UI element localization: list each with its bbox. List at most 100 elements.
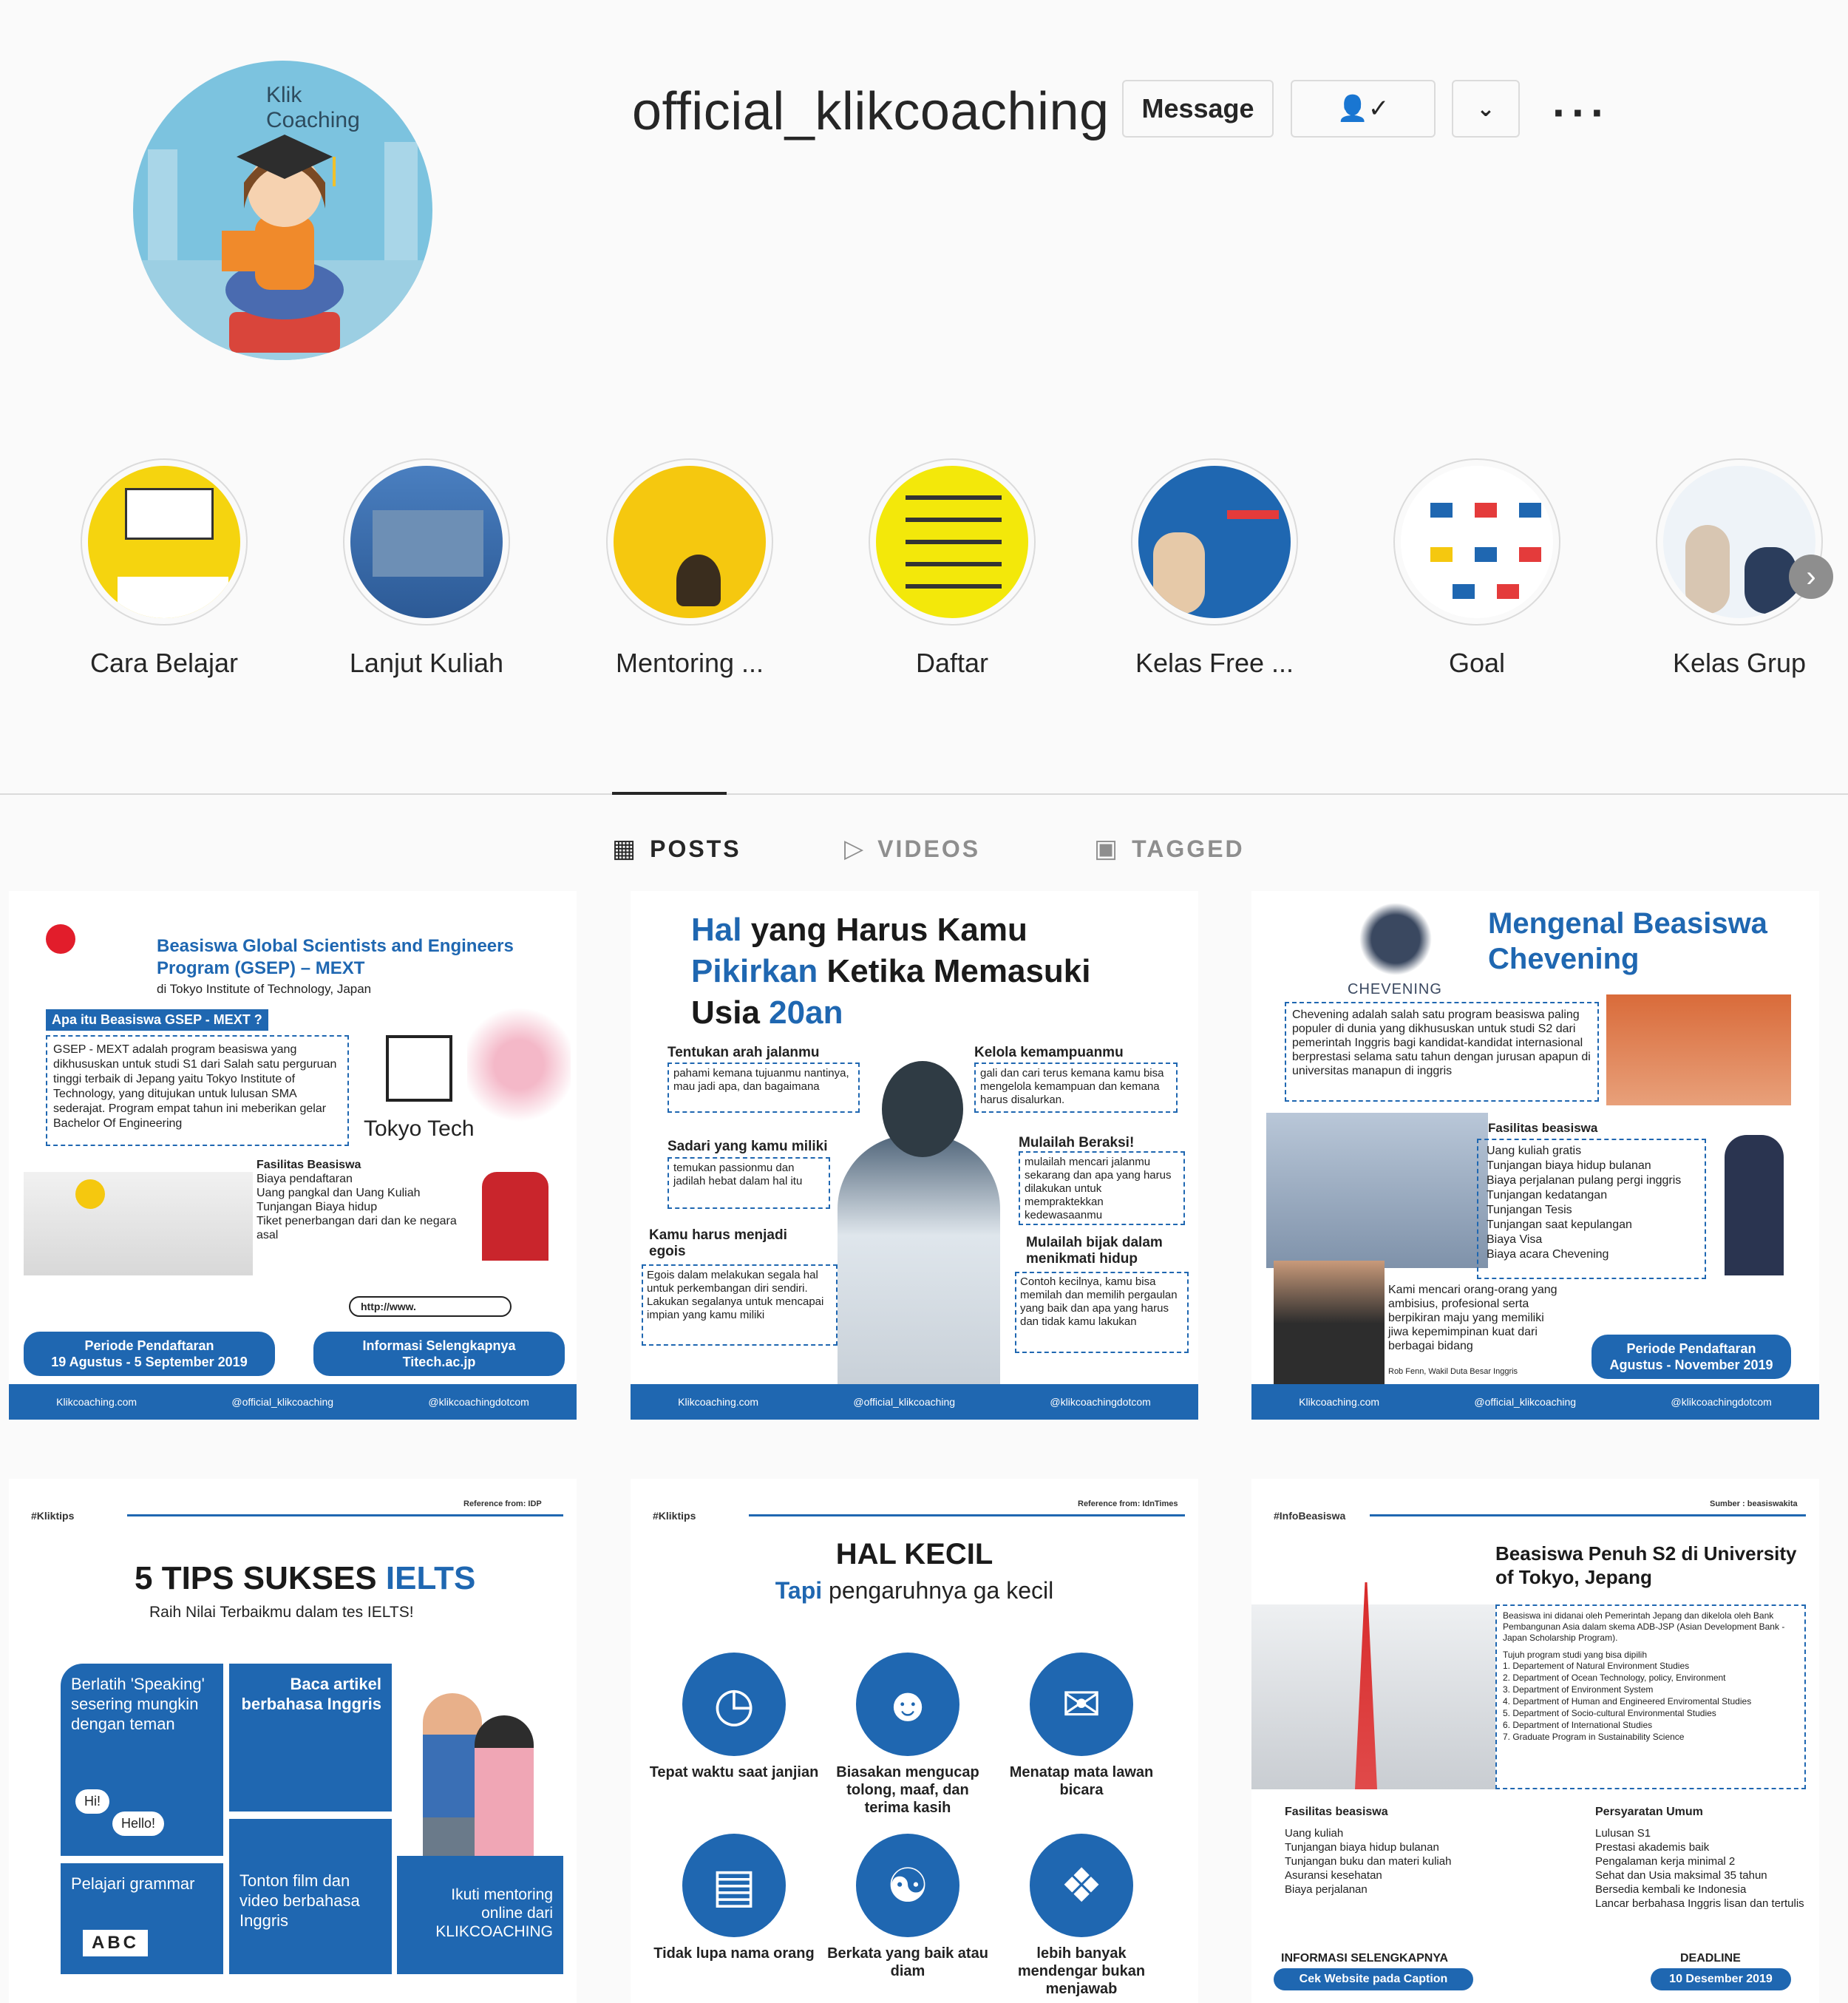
highlight-cara-belajar[interactable]: Cara Belajar [79,458,249,679]
post-body: Beasiswa ini didanai oleh Pemerintah Jep… [1503,1610,1785,1643]
chevron-down-icon: ⌄ [1476,96,1495,121]
post-subtitle: Raih Nilai Terbaikmu dalam tes IELTS! [149,1604,414,1621]
highlight-label: Kelas Free ... [1135,648,1294,678]
sakura-decoration [467,1002,571,1128]
chevening-crest-icon [1351,898,1440,980]
tab-posts[interactable]: ▦ POSTS [612,834,741,864]
building-illustration [1606,994,1791,1105]
abc-card: ABC [83,1930,148,1956]
chat-icon: ✉ [1030,1653,1133,1756]
highlight-lanjut-kuliah[interactable]: Lanjut Kuliah [342,458,512,679]
post-body: Chevening adalah salah satu program beas… [1292,1009,1591,1077]
active-tab-indicator [612,792,727,795]
tip-reading: Baca artikel berbahasa Inggris [229,1664,392,1811]
tip-mentoring: Ikuti mentoring online dari KLIKCOACHING [397,1856,563,1974]
period-pill: Periode Pendaftaran 19 Agustus - 5 Septe… [24,1332,275,1376]
post-title: Hal yang Harus Kamu Pikirkan Ketika Mema… [691,912,1091,1031]
post-footer: Klikcoaching.com @official_klikcoaching … [631,1384,1198,1420]
highlight-daftar[interactable]: Daftar [867,458,1037,679]
highlight-label: Kelas Grup [1672,648,1807,678]
deadline-pill: 10 Desember 2019 [1651,1968,1791,1990]
programs-list: 1. Departement of Natural Environment St… [1503,1661,1752,1742]
post-chevening[interactable]: CHEVENING Mengenal Beasiswa Chevening Ch… [1251,891,1819,1420]
japan-flag-icon [46,924,75,954]
ear-icon: ❖ [1030,1834,1133,1937]
message-button[interactable]: Message [1122,80,1274,138]
highlight-goal[interactable]: Goal [1392,458,1562,679]
highlights-next-button[interactable]: › [1789,555,1833,599]
post-title: 5 TIPS SUKSES IELTS [135,1560,476,1596]
kimono-couple-illustration [482,1172,548,1261]
highlight-label: Lanjut Kuliah [349,648,504,678]
tokyo-tech-logo [386,1035,452,1102]
highlight-cover [614,466,766,618]
tab-label: VIDEOS [877,835,981,862]
ellipsis-icon: ··· [1552,88,1610,138]
options-button[interactable]: ··· [1552,87,1610,138]
tip-movies: Tonton film dan video berbahasa Inggris [229,1819,392,1974]
requirements-list: Lulusan S1 Prestasi akademis baik Pengal… [1595,1827,1804,1910]
post-hal-kecil[interactable]: #Kliktips Reference from: IdnTimes HAL K… [631,1479,1198,2003]
post-title: Beasiswa Global Scientists and Engineers… [157,936,514,978]
speech-bubble-hi: Hi! [75,1789,109,1814]
highlight-mentoring[interactable]: Mentoring ... [605,458,775,679]
tab-tagged[interactable]: ▣ TAGGED [1094,834,1245,864]
london-skyline-illustration [1266,1113,1488,1268]
person-check-icon: 👤✓ [1336,95,1390,123]
man-pointing-illustration [1725,1135,1784,1275]
post-beasiswa-tokyo[interactable]: #InfoBeasiswa Sumber : beasiswakita Beas… [1251,1479,1819,2003]
speech-bubble-hello: Hello! [112,1811,165,1836]
highlight-cover [350,466,503,618]
quote-text: Kami mencari orang-orang yang ambisius, … [1388,1284,1557,1352]
post-title: HAL KECIL [835,1538,993,1570]
japan-landmarks-illustration [24,1172,253,1275]
post-title: Beasiswa Penuh S2 di University of Tokyo… [1495,1542,1797,1588]
group-icon: ☯ [856,1834,959,1937]
post-gsep-mext[interactable]: Beasiswa Global Scientists and Engineers… [9,891,577,1420]
tab-label: POSTS [650,835,741,862]
highlight-label: Cara Belajar [89,648,239,678]
highlight-cover [1138,466,1291,618]
tab-label: TAGGED [1132,835,1245,862]
grid-icon: ▦ [612,835,639,863]
avatar-logo-text: Klik Coaching [266,83,360,132]
facilities-list: Uang kuliah Tunjangan biaya hidup bulana… [1285,1827,1452,1896]
man-silhouette-photo [838,1135,1000,1386]
post-hal-usia-20an[interactable]: Hal yang Harus Kamu Pikirkan Ketika Mema… [631,891,1198,1420]
highlight-label: Mentoring ... [615,648,764,678]
highlight-cover [876,466,1028,618]
highlight-cover [88,466,240,618]
tabs-divider [0,793,1848,795]
post-title: Mengenal Beasiswa Chevening [1488,907,1767,975]
post-footer: Klikcoaching.com @official_klikcoaching … [1251,1384,1819,1420]
post-tips-ielts[interactable]: #Kliktips Reference from: IDP 5 TIPS SUK… [9,1479,577,2003]
post-subtitle: Tapi pengaruhnya ga kecil [775,1577,1054,1604]
facilities-list: Biaya pendaftaran Uang pangkal dan Uang … [257,1173,457,1241]
highlight-label: Goal [1448,648,1506,678]
tab-videos[interactable]: ▷ VIDEOS [844,834,980,864]
post-footer: Klikcoaching.com @official_klikcoaching … [9,1384,577,1420]
clock-icon: ◷ [682,1653,786,1756]
info-pill: Informasi Selengkapnya Titech.ac.jp [313,1332,565,1376]
play-icon: ▷ [844,835,866,863]
profile-avatar[interactable]: Klik Coaching [133,61,432,360]
url-field: http://www. [349,1296,512,1317]
brand-label: Tokyo Tech [364,1116,475,1141]
profile-username: official_klikcoaching [632,82,1110,141]
tag-person-icon: ▣ [1094,835,1121,863]
highlight-kelas-free[interactable]: Kelas Free ... [1129,458,1300,679]
speaker-photo [1274,1261,1385,1386]
post-subtitle: di Tokyo Institute of Technology, Japan [157,982,372,996]
suggested-accounts-button[interactable]: ⌄ [1452,80,1520,138]
id-card-icon: ▤ [682,1834,786,1937]
highlight-cover [1401,466,1553,618]
woman-illustration [475,1715,534,1878]
crest-label: CHEVENING [1348,981,1442,997]
tip-grammar: Pelajari grammar [61,1863,223,1974]
info-button: Cek Website pada Caption [1274,1968,1473,1990]
quote-author: Rob Fenn, Wakil Duta Besar Inggris [1388,1367,1518,1376]
following-button[interactable]: 👤✓ [1291,80,1436,138]
highlight-cover [1663,466,1815,618]
people-icon: ☻ [856,1653,959,1756]
chevron-right-icon: › [1806,560,1816,593]
